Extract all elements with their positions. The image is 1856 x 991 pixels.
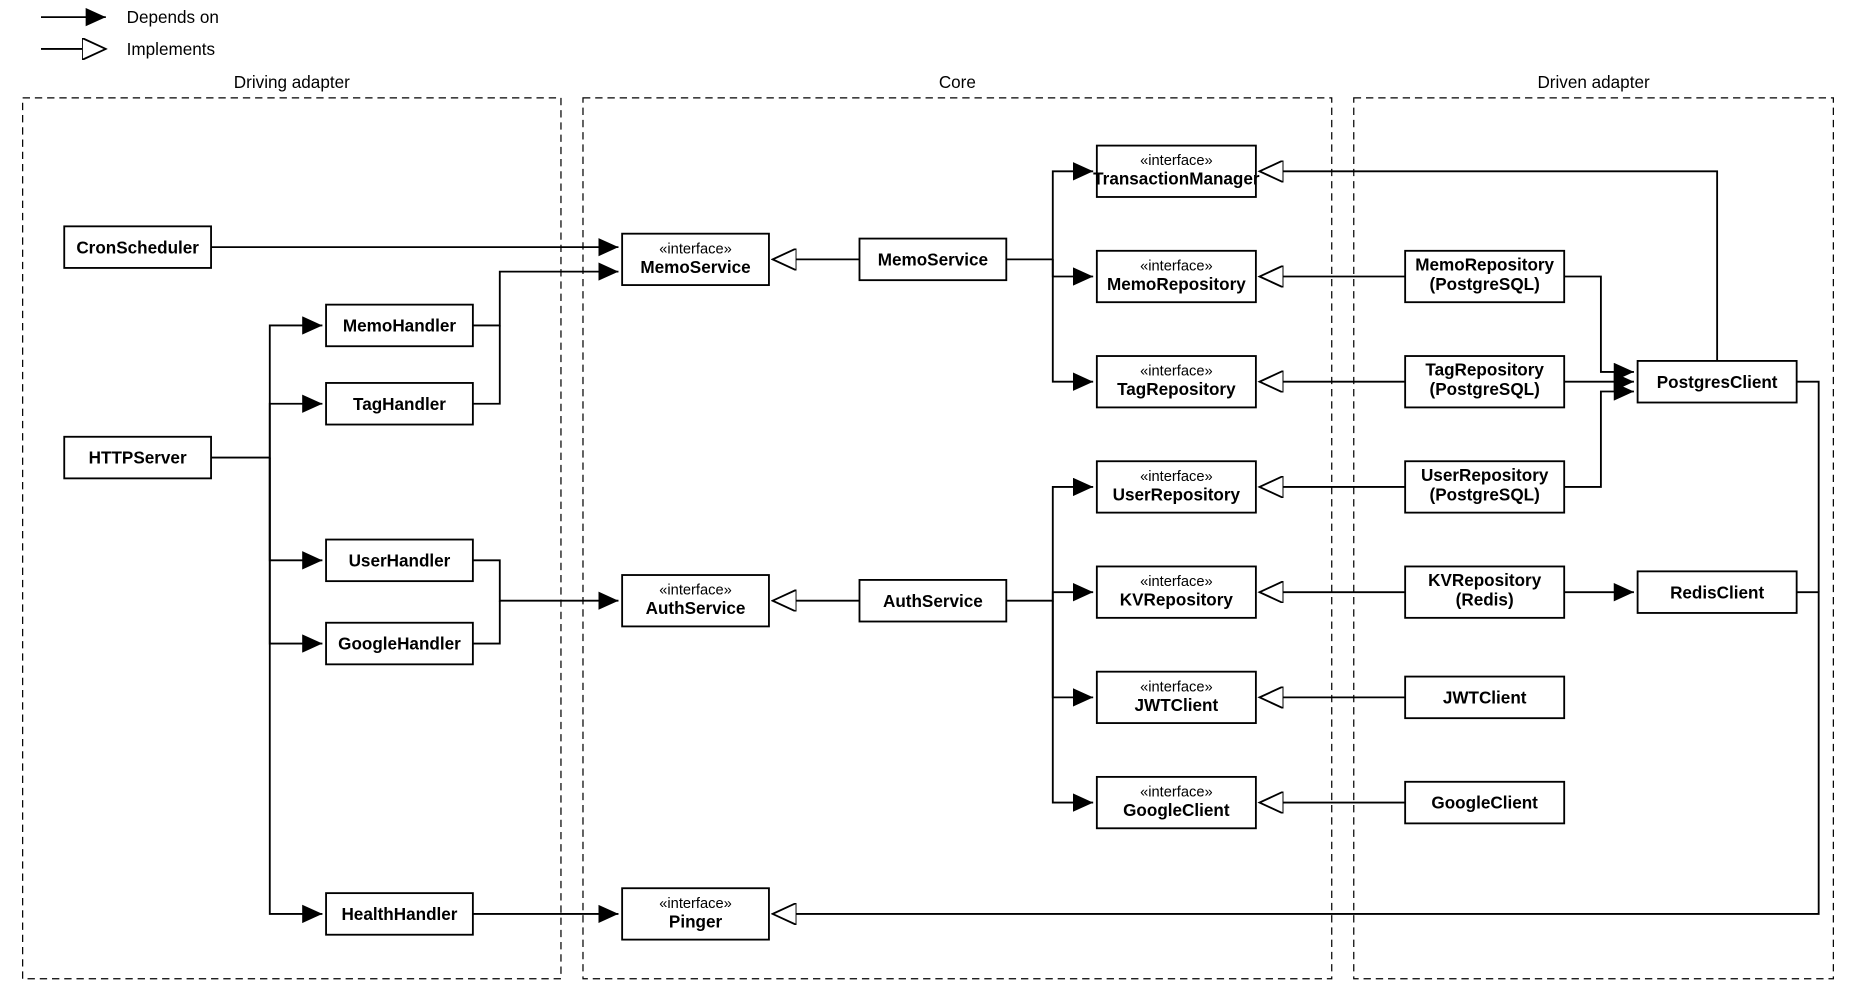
box-googleclient: GoogleClient [1405, 782, 1564, 824]
svg-text:MemoHandler: MemoHandler [343, 317, 456, 336]
svg-text:«interface»: «interface» [1140, 679, 1213, 695]
svg-text:JWTClient: JWTClient [1135, 696, 1219, 715]
box-iface-tagrepo: «interface» TagRepository [1097, 356, 1256, 407]
group-title-core: Core [939, 73, 976, 92]
svg-text:«interface»: «interface» [1140, 258, 1213, 274]
svg-text:UserRepository: UserRepository [1113, 485, 1241, 504]
svg-text:UserRepository: UserRepository [1421, 466, 1549, 485]
box-iface-authservice: «interface» AuthService [622, 575, 769, 626]
svg-text:GoogleHandler: GoogleHandler [338, 635, 461, 654]
box-cron: CronScheduler [64, 226, 211, 268]
box-authservice: AuthService [859, 580, 1006, 622]
svg-text:CronScheduler: CronScheduler [76, 238, 199, 257]
svg-text:AuthService: AuthService [646, 599, 746, 618]
svg-text:«interface»: «interface» [1140, 469, 1213, 485]
svg-text:AuthService: AuthService [883, 592, 983, 611]
box-iface-memorepo: «interface» MemoRepository [1097, 251, 1256, 302]
box-iface-jwt: «interface» JWTClient [1097, 672, 1256, 723]
legend: Depends on Implements [41, 8, 219, 59]
box-tag-handler: TagHandler [326, 383, 473, 425]
svg-text:PostgresClient: PostgresClient [1657, 373, 1778, 392]
svg-text:TagRepository: TagRepository [1117, 380, 1236, 399]
svg-text:MemoRepository: MemoRepository [1415, 255, 1554, 274]
svg-text:«interface»: «interface» [659, 896, 732, 912]
arrows-implements [773, 171, 1819, 914]
svg-text:Pinger: Pinger [669, 912, 723, 931]
svg-text:KVRepository: KVRepository [1120, 591, 1234, 610]
box-jwtclient: JWTClient [1405, 677, 1564, 719]
svg-text:MemoService: MemoService [878, 250, 988, 269]
box-kvrepo-redis: KVRepository (Redis) [1405, 566, 1564, 617]
svg-text:KVRepository: KVRepository [1428, 571, 1542, 590]
box-google-handler: GoogleHandler [326, 623, 473, 665]
diagram: Depends on Implements Driving adapter Co… [0, 0, 1856, 991]
svg-text:TransactionManager: TransactionManager [1093, 170, 1260, 189]
svg-text:(PostgreSQL): (PostgreSQL) [1430, 275, 1540, 294]
svg-text:RedisClient: RedisClient [1670, 583, 1764, 602]
box-iface-userrepo: «interface» UserRepository [1097, 461, 1256, 512]
svg-text:(Redis): (Redis) [1456, 591, 1514, 610]
box-iface-memoservice: «interface» MemoService [622, 234, 769, 285]
legend-depends: Depends on [127, 8, 219, 27]
box-memoservice: MemoService [859, 239, 1006, 281]
svg-text:JWTClient: JWTClient [1443, 688, 1527, 707]
box-memorepo-pg: MemoRepository (PostgreSQL) [1405, 251, 1564, 302]
svg-text:«interface»: «interface» [1140, 153, 1213, 169]
svg-text:«interface»: «interface» [1140, 574, 1213, 590]
box-tagrepo-pg: TagRepository (PostgreSQL) [1405, 356, 1564, 407]
svg-text:GoogleClient: GoogleClient [1123, 801, 1230, 820]
svg-text:(PostgreSQL): (PostgreSQL) [1430, 485, 1540, 504]
box-health-handler: HealthHandler [326, 893, 473, 935]
group-title-driving: Driving adapter [234, 73, 350, 92]
svg-text:GoogleClient: GoogleClient [1431, 794, 1538, 813]
svg-text:TagHandler: TagHandler [353, 395, 446, 414]
box-redisclient: RedisClient [1638, 571, 1797, 613]
svg-text:HealthHandler: HealthHandler [341, 905, 457, 924]
svg-text:«interface»: «interface» [659, 583, 732, 599]
box-iface-kvrepo: «interface» KVRepository [1097, 566, 1256, 617]
svg-text:HTTPServer: HTTPServer [89, 449, 187, 468]
svg-text:«interface»: «interface» [1140, 364, 1213, 380]
box-iface-txmgr: «interface» TransactionManager [1093, 146, 1260, 197]
svg-text:(PostgreSQL): (PostgreSQL) [1430, 380, 1540, 399]
svg-text:UserHandler: UserHandler [349, 551, 451, 570]
box-http: HTTPServer [64, 437, 211, 479]
box-user-handler: UserHandler [326, 540, 473, 582]
group-core [583, 98, 1332, 979]
svg-text:MemoRepository: MemoRepository [1107, 275, 1246, 294]
svg-text:«interface»: «interface» [1140, 784, 1213, 800]
svg-text:MemoService: MemoService [640, 258, 750, 277]
svg-text:TagRepository: TagRepository [1425, 361, 1544, 380]
legend-implements: Implements [127, 40, 215, 59]
box-memo-handler: MemoHandler [326, 305, 473, 347]
group-title-driven: Driven adapter [1537, 73, 1650, 92]
box-postgresclient: PostgresClient [1638, 361, 1797, 403]
box-iface-pinger: «interface» Pinger [622, 888, 769, 939]
box-iface-google: «interface» GoogleClient [1097, 777, 1256, 828]
group-driven [1354, 98, 1834, 979]
box-userrepo-pg: UserRepository (PostgreSQL) [1405, 461, 1564, 512]
svg-text:«interface»: «interface» [659, 241, 732, 257]
